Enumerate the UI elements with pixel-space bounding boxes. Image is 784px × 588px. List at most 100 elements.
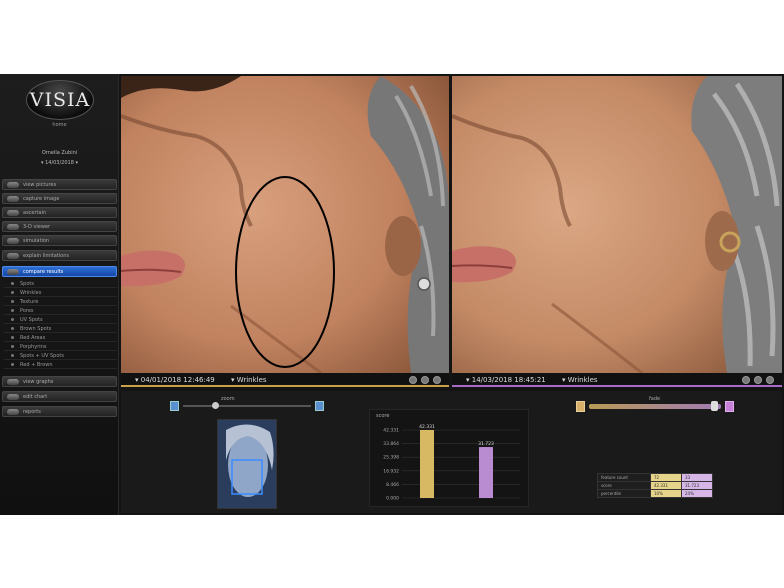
table-row: percentile 10% 24% xyxy=(597,489,713,498)
fade-slider-track[interactable] xyxy=(589,404,721,409)
bullet-icon xyxy=(11,318,14,321)
zoom-slider-handle[interactable] xyxy=(212,402,219,409)
patient-date-select[interactable]: ▾ 14/03/2018 ▾ xyxy=(0,160,119,166)
photo-date-before[interactable]: ▾ 04/01/2018 12:46:49 xyxy=(135,376,215,384)
sidebar: VISIA home Ornella Zubini ▾ 14/03/2018 ▾… xyxy=(0,74,119,515)
analysis-mode-after[interactable]: ▾ Wrinkles xyxy=(562,376,598,384)
bullet-icon xyxy=(11,345,14,348)
photo-after[interactable] xyxy=(452,76,782,373)
nav-reports[interactable]: reports xyxy=(2,406,117,417)
zoom-out-button[interactable] xyxy=(170,401,179,411)
sub-label: Pores xyxy=(20,307,34,314)
nav-explain-limitations[interactable]: explain limitations xyxy=(2,250,117,261)
score-bar-before xyxy=(420,430,434,498)
y-tick-label: 16.932 xyxy=(383,468,399,474)
sub-item-wrinkles[interactable]: Wrinkles xyxy=(4,289,117,297)
sub-item-uv-spots[interactable]: UV Spots xyxy=(4,316,117,324)
fade-slider-handle[interactable] xyxy=(711,401,719,411)
sub-item-brown-spots[interactable]: Brown Spots xyxy=(4,325,117,333)
cube-icon xyxy=(7,224,19,230)
chart-title: score xyxy=(376,413,390,419)
camera-icon xyxy=(7,182,19,188)
stat-label: percentile xyxy=(597,489,651,498)
stat-value-after: 33 xyxy=(681,473,713,482)
nav-label: 3-D viewer xyxy=(23,223,51,230)
bullet-icon xyxy=(11,309,14,312)
sub-label: Wrinkles xyxy=(20,289,42,296)
capture-icon xyxy=(7,196,19,202)
stat-value-after: 31.723 xyxy=(681,481,713,490)
compare-icon xyxy=(7,269,19,275)
face-photo-left xyxy=(121,76,449,373)
nav-capture-image[interactable]: capture image xyxy=(2,193,117,204)
stats-table: feature count 72 33 score 42.331 31.723 … xyxy=(597,473,713,498)
photo-date-after[interactable]: ▾ 14/03/2018 18:45:21 xyxy=(466,376,546,384)
zoom-in-button[interactable] xyxy=(315,401,324,411)
fade-before-swatch[interactable] xyxy=(576,401,585,412)
report-icon xyxy=(7,409,19,415)
sub-item-pores[interactable]: Pores xyxy=(4,307,117,315)
nav-label: compare results xyxy=(23,268,64,275)
zoom-label: zoom xyxy=(221,396,235,402)
score-bar-after xyxy=(479,447,493,498)
sub-item-spots-uv-spots[interactable]: Spots + UV Spots xyxy=(4,352,117,360)
sub-item-red-brown[interactable]: Red + Brown xyxy=(4,361,117,369)
nav-label: capture image xyxy=(23,195,60,202)
nav-view-graphs[interactable]: view graphs xyxy=(2,376,117,387)
simulation-icon xyxy=(7,238,19,244)
edit-icon xyxy=(7,394,19,400)
zoom-slider-track[interactable] xyxy=(183,405,311,407)
y-tick-label: 33.864 xyxy=(383,441,399,447)
nav-view-pictures[interactable]: view pictures xyxy=(2,179,117,190)
bullet-icon xyxy=(11,336,14,339)
patient-name: Ornella Zubini xyxy=(41,150,78,156)
nav-label: edit chart xyxy=(23,393,48,400)
nav-compare-results[interactable]: compare results xyxy=(2,266,117,277)
sub-item-texture[interactable]: Texture xyxy=(4,298,117,306)
sub-item-spots[interactable]: Spots xyxy=(4,280,117,288)
stat-value-before: 72 xyxy=(650,473,682,482)
bullet-icon xyxy=(11,300,14,303)
nav-label: explain limitations xyxy=(23,252,69,259)
info-icon[interactable] xyxy=(409,376,417,384)
nav-edit-chart[interactable]: edit chart xyxy=(2,391,117,402)
home-label[interactable]: home xyxy=(0,122,119,128)
stat-label: feature count xyxy=(597,473,651,482)
thumbnail-image xyxy=(218,420,276,508)
graph-icon xyxy=(7,379,19,385)
photo-tools-after xyxy=(742,376,774,384)
settings-icon[interactable] xyxy=(766,376,774,384)
score-chart: score 0.000 8.466 16.932 25.398 33.864 42.331… xyxy=(369,409,529,507)
info-icon xyxy=(7,253,19,259)
bullet-icon xyxy=(11,327,14,330)
nav-ascertain[interactable]: ascertain xyxy=(2,207,117,218)
y-tick-label: 25.398 xyxy=(383,455,399,461)
fade-after-swatch[interactable] xyxy=(725,401,734,412)
photo-tools-before xyxy=(409,376,441,384)
face-thumbnail[interactable] xyxy=(217,419,277,509)
bullet-icon xyxy=(11,354,14,357)
close-icon[interactable] xyxy=(754,376,762,384)
sub-label: Spots xyxy=(20,280,34,287)
settings-icon[interactable] xyxy=(433,376,441,384)
nav-simulation[interactable]: simulation xyxy=(2,235,117,246)
y-tick-label: 8.466 xyxy=(386,482,399,488)
info-icon[interactable] xyxy=(742,376,750,384)
sub-item-red-areas[interactable]: Red Areas xyxy=(4,334,117,342)
table-row: score 42.331 31.723 xyxy=(597,481,713,490)
nav-label: view pictures xyxy=(23,181,57,188)
fade-label: fade xyxy=(649,396,661,402)
photo-bar-before: ▾ 04/01/2018 12:46:49 ▾ Wrinkles xyxy=(121,373,449,387)
visia-app: VISIA home Ornella Zubini ▾ 14/03/2018 ▾… xyxy=(0,74,784,515)
close-icon[interactable] xyxy=(421,376,429,384)
bullet-icon xyxy=(11,363,14,366)
bullet-icon xyxy=(11,282,14,285)
nav-3d-viewer[interactable]: 3-D viewer xyxy=(2,221,117,232)
analysis-mode-before[interactable]: ▾ Wrinkles xyxy=(231,376,267,384)
sub-item-porphyrins[interactable]: Porphyrins xyxy=(4,343,117,351)
sub-label: Texture xyxy=(20,298,39,305)
visia-logo[interactable]: VISIA xyxy=(26,80,94,120)
sub-label: UV Spots xyxy=(20,316,43,323)
photo-bar-after: ▾ 14/03/2018 18:45:21 ▾ Wrinkles xyxy=(452,373,782,387)
photo-before[interactable] xyxy=(121,76,449,373)
